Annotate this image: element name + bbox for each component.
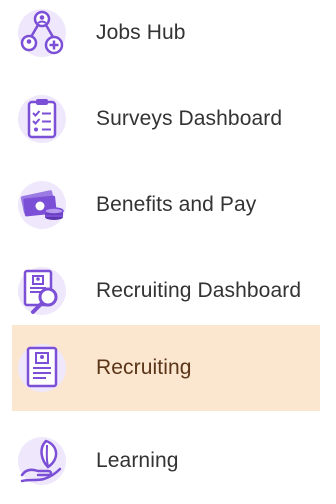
clipboard-checklist-icon [16,93,68,145]
app-menu: Jobs Hub Surveys Dashboard Benefits and … [0,0,336,487]
menu-item-jobs-hub[interactable]: Jobs Hub [12,0,320,76]
resume-search-icon [16,265,68,317]
menu-item-label: Jobs Hub [96,21,186,44]
menu-item-recruiting[interactable]: Recruiting [12,325,320,411]
menu-item-label: Learning [96,449,179,472]
hand-leaf-icon [16,435,68,487]
menu-item-learning[interactable]: Learning [12,418,320,504]
resume-document-icon [16,342,68,394]
money-coins-icon [16,179,68,231]
menu-item-label: Recruiting Dashboard [96,279,302,302]
people-network-add-icon [16,7,68,59]
menu-item-label: Benefits and Pay [96,193,257,216]
menu-item-recruiting-dashboard[interactable]: Recruiting Dashboard [12,248,320,334]
menu-item-label: Surveys Dashboard [96,107,283,130]
menu-item-surveys-dashboard[interactable]: Surveys Dashboard [12,76,320,162]
menu-item-benefits-and-pay[interactable]: Benefits and Pay [12,162,320,248]
menu-item-label: Recruiting [96,356,192,379]
